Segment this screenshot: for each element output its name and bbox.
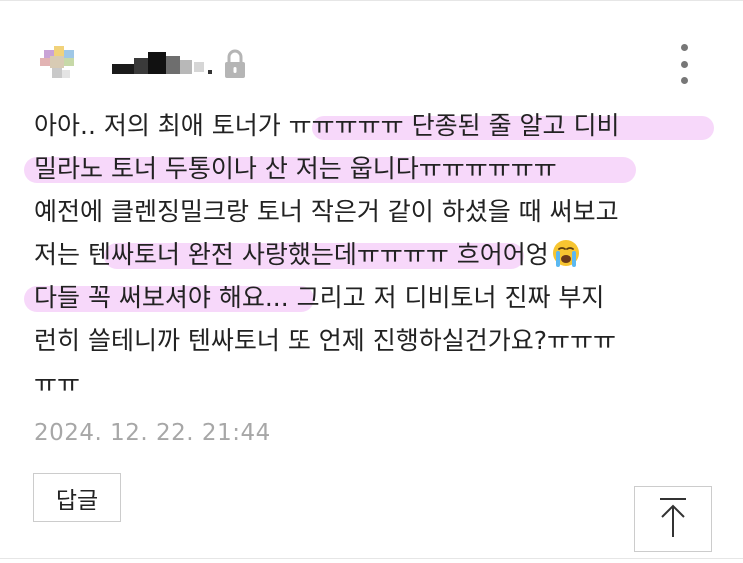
comment-text: 아아.. 저의 최애 토너가 ㅠㅠㅠㅠㅠ 단종된 줄 알고 디비 밀라노 토너 … [24, 104, 734, 405]
comment-line: 다들 꼭 써보셔야 해요... 그리고 저 디비토너 진짜 부지 [24, 276, 734, 319]
comment-line: ㅠㅠ [34, 369, 81, 398]
comment-line: 밀라노 토너 두통이나 산 저는 웁니다ㅠㅠㅠㅠㅠㅠ [24, 147, 734, 190]
loudly-crying-face-icon [551, 238, 581, 268]
comment-line: 런히 쓸테니까 텐싸토너 또 언제 진행하실건가요?ㅠㅠㅠ [34, 326, 617, 355]
more-vertical-icon[interactable] [674, 44, 694, 84]
lock-icon [222, 48, 248, 80]
author-name-masked [110, 50, 220, 80]
comment-line: 저는 텐싸토너 완전 사랑했는데ㅠㅠㅠㅠ 흐어어엉 [34, 233, 734, 276]
comment-line: 아아.. 저의 최애 토너가 ㅠㅠㅠㅠㅠ 단종된 줄 알고 디비 [34, 104, 734, 147]
top-divider [0, 0, 743, 1]
comment-header [38, 40, 718, 84]
reply-button[interactable]: 답글 [33, 473, 121, 522]
comment-line: 예전에 클렌징밀크랑 토너 작은거 같이 하셨을 때 써보고 [34, 197, 619, 226]
bottom-divider [0, 558, 743, 559]
comment-timestamp: 2024. 12. 22. 21:44 [34, 420, 271, 446]
avatar[interactable] [38, 44, 86, 84]
arrow-up-icon [655, 497, 691, 542]
scroll-to-top-button[interactable] [634, 486, 712, 552]
